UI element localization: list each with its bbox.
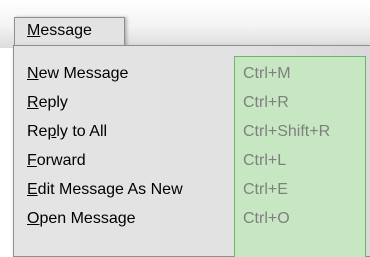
- menu-item-forward[interactable]: Forward Ctrl+L: [14, 147, 370, 175]
- menu-item-reply[interactable]: Reply Ctrl+R: [14, 89, 370, 117]
- menu-bar: Message: [0, 0, 370, 48]
- message-menu-label: Message: [27, 22, 92, 39]
- menu-item-open-message[interactable]: Open Message Ctrl+O: [14, 205, 370, 233]
- menu-item-label: Forward: [27, 152, 86, 169]
- shortcut-label: Ctrl+E: [243, 181, 288, 198]
- shortcut-label: Ctrl+M: [243, 65, 291, 82]
- message-dropdown-menu: New Message Ctrl+M Reply Ctrl+R Reply to…: [13, 45, 370, 257]
- menu-item-label: Open Message: [27, 210, 136, 227]
- message-menu-title[interactable]: Message: [14, 17, 125, 46]
- menu-item-new-message[interactable]: New Message Ctrl+M: [14, 60, 370, 88]
- menu-item-edit-message-as-new[interactable]: Edit Message As New Ctrl+E: [14, 176, 370, 204]
- menu-item-label: Edit Message As New: [27, 181, 183, 198]
- menu-item-label: New Message: [27, 65, 129, 82]
- menu-item-reply-to-all[interactable]: Reply to All Ctrl+Shift+R: [14, 118, 370, 146]
- menu-item-label: Reply: [27, 94, 68, 111]
- menu-item-label: Reply to All: [27, 123, 108, 140]
- shortcut-label: Ctrl+O: [243, 210, 290, 227]
- shortcut-label: Ctrl+R: [243, 94, 289, 111]
- shortcut-label: Ctrl+Shift+R: [243, 123, 331, 140]
- shortcut-label: Ctrl+L: [243, 152, 287, 169]
